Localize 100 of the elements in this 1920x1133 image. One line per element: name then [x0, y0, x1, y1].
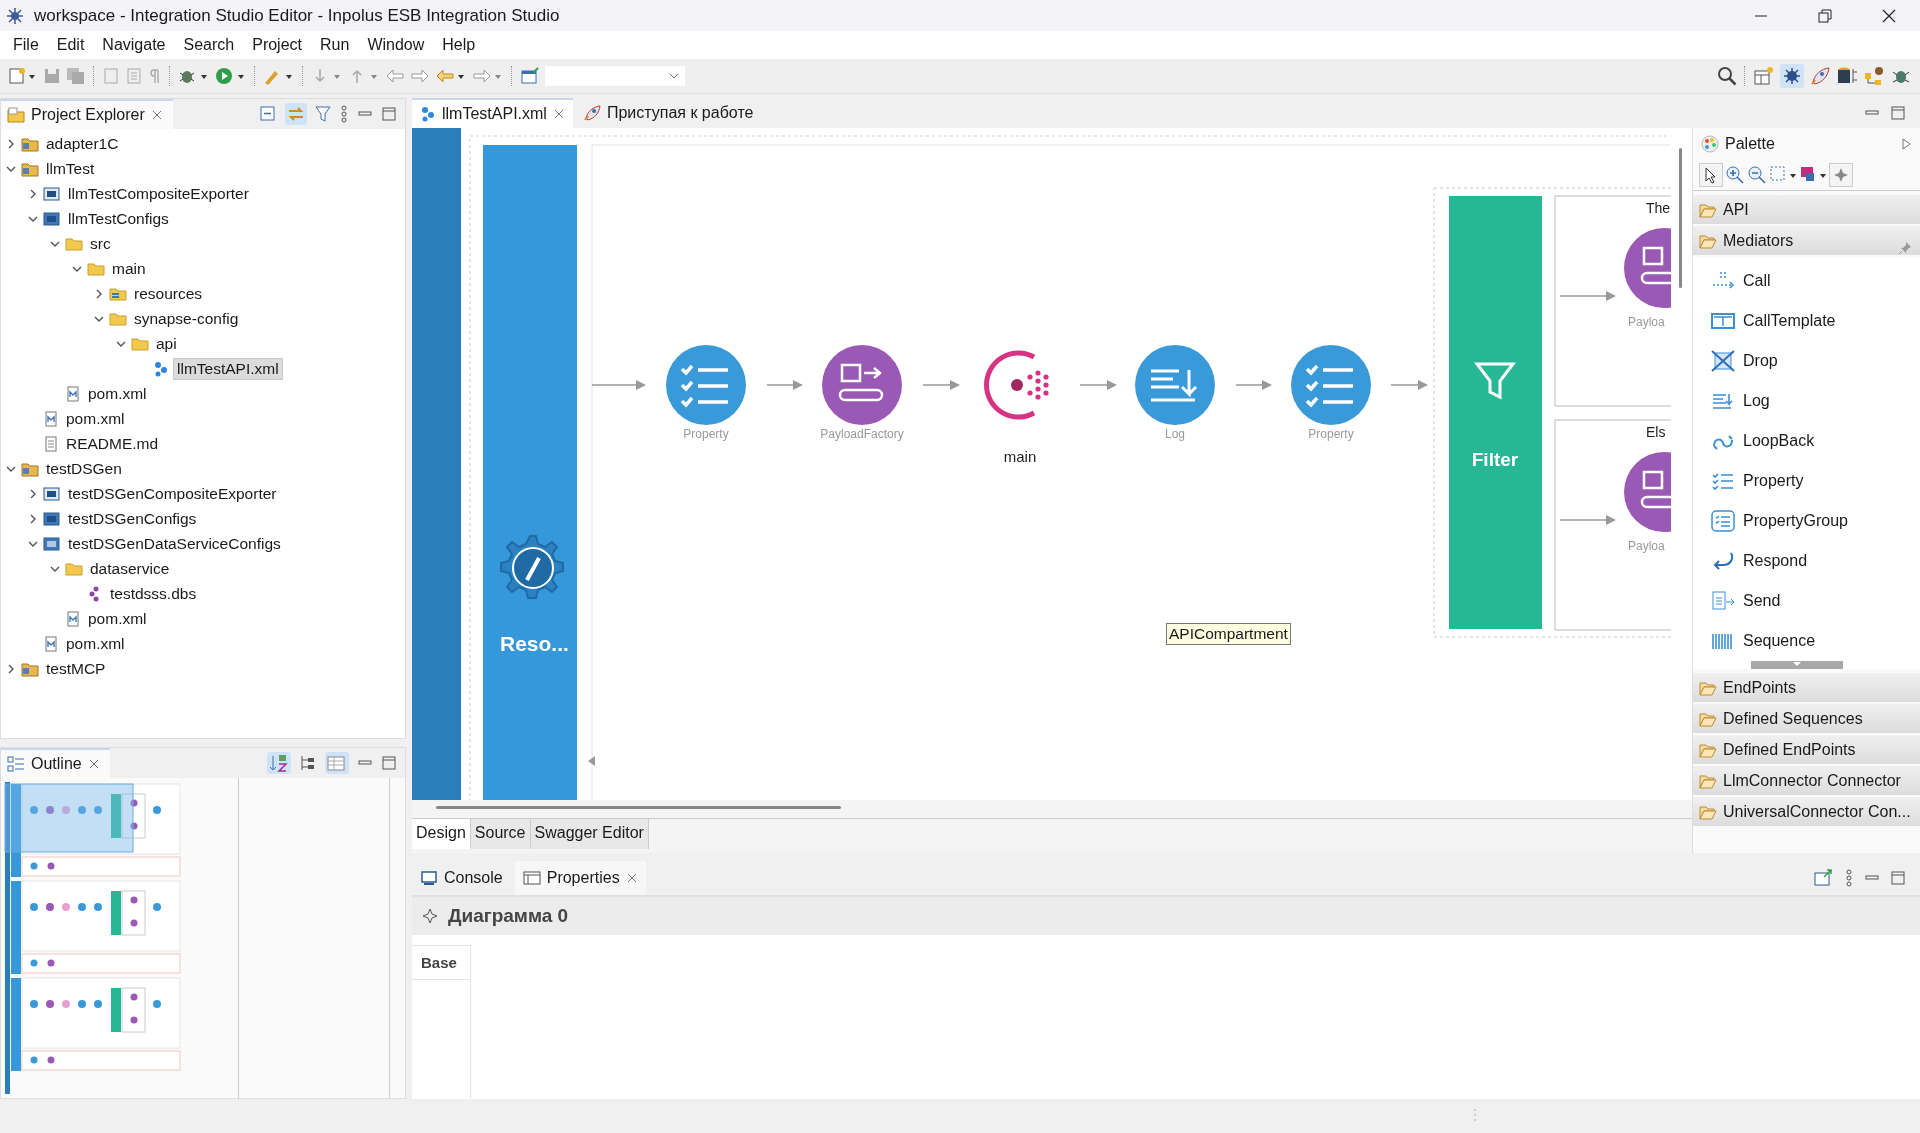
payload-node[interactable] [1624, 228, 1671, 308]
menu-item[interactable]: Navigate [93, 33, 175, 57]
menu-item[interactable]: Project [243, 33, 311, 57]
run-icon[interactable] [215, 67, 247, 85]
more-vertical-icon[interactable] [339, 105, 349, 123]
zoom-out-icon[interactable] [1747, 165, 1767, 185]
palette-drawer[interactable]: LlmConnector Connector [1693, 766, 1920, 795]
view-tab[interactable]: Project Explorer [1, 99, 173, 129]
tree-item[interactable]: main [109, 258, 149, 279]
tree-item[interactable]: resources [131, 283, 206, 304]
tree-item[interactable]: pom.xml [85, 608, 150, 629]
sort-icon[interactable] [267, 752, 291, 774]
tree-item[interactable]: testDSGenCompositeExporter [65, 483, 280, 504]
payload-node[interactable] [822, 345, 902, 425]
palette-drawer[interactable]: Mediators [1693, 226, 1920, 255]
page-tab[interactable]: Swagger Editor [530, 819, 649, 849]
pin-icon[interactable] [1898, 241, 1912, 255]
view-tab[interactable]: Console [412, 861, 511, 895]
palette-drawer[interactable]: Defined Sequences [1693, 704, 1920, 733]
collapse-all-icon[interactable] [259, 105, 277, 123]
scroll-left-icon[interactable] [588, 756, 595, 766]
palette-item[interactable]: Respond [1743, 552, 1808, 570]
palette-item[interactable]: LoopBack [1743, 432, 1815, 450]
palette-item[interactable]: CallTemplate [1743, 312, 1836, 330]
editor-tab[interactable]: Приступая к работе [574, 98, 762, 128]
save-all-icon[interactable] [66, 67, 86, 85]
filter-icon[interactable] [315, 105, 331, 123]
palette-item[interactable]: Log [1743, 392, 1770, 410]
tree-item[interactable]: pom.xml [63, 633, 128, 654]
tree-item[interactable]: llmTestCompositeExporter [65, 183, 252, 204]
tree-item[interactable]: synapse-config [131, 308, 242, 329]
collapse-arrow-icon[interactable] [1900, 137, 1912, 151]
tree-item[interactable]: src [87, 233, 114, 254]
forward-arrow-icon[interactable] [410, 67, 430, 85]
menu-item[interactable]: Help [433, 33, 485, 57]
back-arrow-icon[interactable] [435, 67, 467, 85]
tree-item[interactable]: llmTestAPI.xml [173, 357, 283, 380]
tree-item[interactable]: llmTestConfigs [65, 208, 172, 229]
editor-tab[interactable]: llmTestAPI.xml [412, 98, 573, 128]
tree-item[interactable]: testMCP [43, 658, 109, 679]
tree-item[interactable]: testDSGenConfigs [65, 508, 200, 529]
tree-item[interactable]: pom.xml [85, 383, 150, 404]
menu-item[interactable]: File [4, 33, 48, 57]
page-tab[interactable]: Source [470, 819, 531, 849]
palette-drawer[interactable]: Defined EndPoints [1693, 735, 1920, 764]
tree-item[interactable]: api [153, 333, 180, 354]
palette-drawer[interactable]: UniversalConnector Con... [1693, 797, 1920, 826]
tree-item[interactable]: pom.xml [63, 408, 128, 429]
maximize-icon[interactable] [1890, 105, 1906, 121]
search-icon[interactable] [1717, 66, 1737, 86]
more-vertical-icon[interactable] [1844, 869, 1854, 887]
tree-item[interactable]: testDSGenDataServiceConfigs [65, 533, 284, 554]
log-node[interactable] [1135, 345, 1215, 425]
palette-item[interactable]: Drop [1743, 352, 1778, 370]
tree-item[interactable]: adapter1C [43, 133, 122, 154]
tree-item[interactable]: testdsss.dbs [107, 583, 200, 604]
tree-view-icon[interactable] [299, 754, 317, 772]
property-node[interactable] [1291, 345, 1371, 425]
link-editor-button[interactable] [285, 103, 307, 125]
menu-item[interactable]: Edit [47, 33, 94, 57]
scroll-down-button[interactable] [1750, 661, 1843, 669]
save-icon[interactable] [43, 67, 61, 85]
menu-item[interactable]: Run [311, 33, 359, 57]
sequence-node[interactable] [984, 350, 1049, 420]
table-icon[interactable] [325, 752, 349, 774]
perspective-button[interactable] [1780, 64, 1804, 88]
zoom-in-icon[interactable] [1725, 165, 1745, 185]
grip-icon[interactable] [1473, 1108, 1477, 1124]
maximize-icon[interactable] [1890, 870, 1906, 886]
palette-drawer[interactable]: EndPoints [1693, 673, 1920, 702]
section-tab[interactable]: Base [412, 945, 470, 980]
page-tab[interactable]: Design [412, 819, 471, 849]
palette-item[interactable]: Call [1743, 272, 1771, 290]
menu-item[interactable]: Search [174, 33, 244, 57]
select-tool-button[interactable] [1699, 163, 1723, 187]
view-tab[interactable]: Outline [1, 748, 110, 778]
scrollbar-thumb[interactable] [436, 806, 841, 809]
view-tab[interactable]: Properties [514, 861, 646, 895]
scrollbar-thumb[interactable] [1679, 148, 1682, 288]
tree-item[interactable]: README.md [63, 433, 162, 454]
palette-item[interactable]: Send [1743, 592, 1781, 610]
back-arrow-icon[interactable] [385, 67, 405, 85]
palette-item[interactable]: Property [1743, 472, 1804, 490]
property-node[interactable] [666, 345, 746, 425]
dropdown-field[interactable] [545, 66, 685, 86]
palette-item[interactable]: PropertyGroup [1743, 512, 1848, 530]
tree-item[interactable]: llmTest [43, 158, 98, 179]
maximize-icon[interactable] [381, 755, 397, 771]
perspective-icon[interactable] [1753, 66, 1775, 86]
new-file-icon[interactable] [8, 67, 38, 85]
forward-arrow-icon[interactable] [472, 67, 504, 85]
close-icon[interactable] [1882, 8, 1896, 23]
maximize-icon[interactable] [381, 106, 397, 122]
palette-drawer[interactable]: API [1693, 195, 1920, 224]
open-console-icon[interactable] [1814, 869, 1834, 887]
window-icon[interactable] [520, 67, 540, 85]
payload-node[interactable] [1624, 452, 1671, 532]
menu-item[interactable]: Window [358, 33, 434, 57]
pin-button[interactable] [1829, 163, 1853, 187]
tree-item[interactable]: testDSGen [43, 458, 125, 479]
